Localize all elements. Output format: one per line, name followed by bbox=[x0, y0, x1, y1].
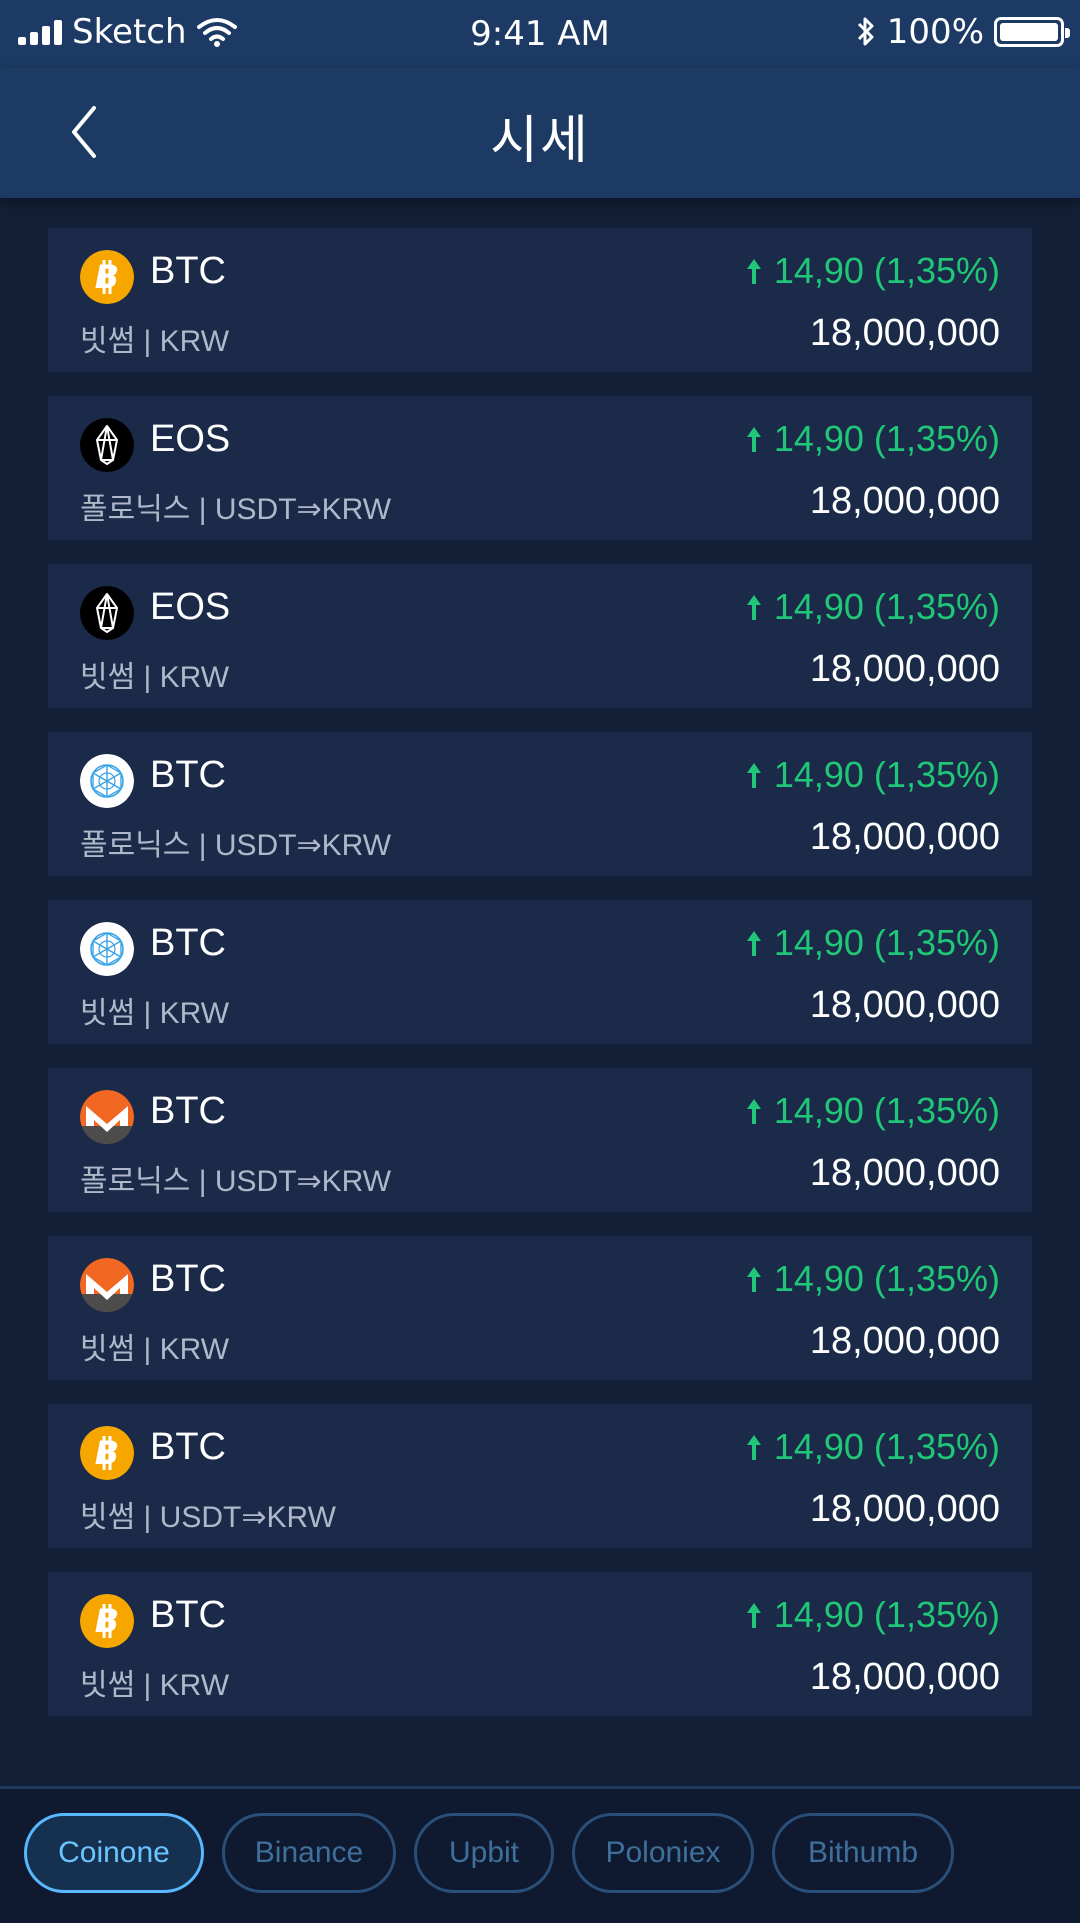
svg-text:B: B bbox=[95, 1434, 119, 1472]
coin-symbol: BTC bbox=[150, 754, 226, 796]
coin-symbol: EOS bbox=[150, 586, 231, 628]
coin-symbol: BTC bbox=[150, 1258, 226, 1300]
coin-market: 빗썸 | KRW bbox=[80, 1669, 230, 1702]
coin-market: 빗썸 | KRW bbox=[80, 1333, 230, 1366]
arrow-up-icon bbox=[746, 595, 761, 620]
svg-text:B: B bbox=[95, 1602, 119, 1640]
coin-price: 18,000,000 bbox=[809, 312, 1000, 354]
coin-market: 빗썸 | KRW bbox=[80, 325, 230, 358]
coin-row[interactable]: EOS 폴로닉스 | USDT⇒KRW 14,90 (1,35%) 18,000,00… bbox=[48, 396, 1032, 540]
coin-symbol: BTC bbox=[150, 1426, 226, 1468]
price-change: 14,90 (1,35%) bbox=[744, 1090, 1000, 1132]
exchange-tab-bithumb[interactable]: Bithumb bbox=[772, 1813, 954, 1893]
price-list: B BTC 빗썸 | KRW 14,90 (1,35%) 18,000,000 EOS 폴로… bbox=[48, 228, 1032, 1740]
arrow-up-icon bbox=[746, 1099, 761, 1124]
price-change: 14,90 (1,35%) bbox=[744, 754, 1000, 796]
eos-icon bbox=[80, 586, 134, 640]
nav-bar: 시세 bbox=[0, 68, 1080, 198]
coin-market: 폴로닉스 | USDT⇒KRW bbox=[80, 829, 392, 862]
exchange-tab-binance[interactable]: Binance bbox=[222, 1813, 396, 1893]
arrow-up-icon bbox=[746, 1267, 761, 1292]
coin-row[interactable]: B BTC 빗썸 | KRW 14,90 (1,35%) 18,000,000 bbox=[48, 228, 1032, 372]
coin-symbol: BTC bbox=[150, 922, 226, 964]
qtum-icon bbox=[80, 922, 134, 976]
coin-row[interactable]: BTC 폴로닉스 | USDT⇒KRW 14,90 (1,35%) 18,000,00… bbox=[48, 1068, 1032, 1212]
bitcoin-icon: B bbox=[80, 250, 134, 304]
coin-price: 18,000,000 bbox=[809, 1656, 1000, 1698]
price-change-value: 14,90 (1,35%) bbox=[773, 1594, 1000, 1635]
coin-row[interactable]: BTC 빗썸 | KRW 14,90 (1,35%) 18,000,000 bbox=[48, 1236, 1032, 1380]
coin-market: 빗썸 | KRW bbox=[80, 661, 230, 694]
coin-row[interactable]: BTC 빗썸 | KRW 14,90 (1,35%) 18,000,000 bbox=[48, 900, 1032, 1044]
arrow-up-icon bbox=[746, 259, 761, 284]
exchange-tab-poloniex[interactable]: Poloniex bbox=[572, 1813, 754, 1893]
arrow-up-icon bbox=[746, 931, 761, 956]
price-change-value: 14,90 (1,35%) bbox=[773, 1426, 1000, 1467]
coin-symbol: BTC bbox=[150, 1594, 226, 1636]
coin-row[interactable]: BTC 폴로닉스 | USDT⇒KRW 14,90 (1,35%) 18,000,00… bbox=[48, 732, 1032, 876]
price-change: 14,90 (1,35%) bbox=[744, 250, 1000, 292]
exchange-tab-coinone[interactable]: Coinone bbox=[24, 1813, 204, 1893]
price-change: 14,90 (1,35%) bbox=[744, 1258, 1000, 1300]
price-change-value: 14,90 (1,35%) bbox=[773, 1090, 1000, 1131]
page-title: 시세 bbox=[490, 111, 590, 171]
exchange-filter-bar: Coinone Binance Upbit Poloniex Bithumb bbox=[0, 1786, 1080, 1923]
bitcoin-icon: B bbox=[80, 1594, 134, 1648]
price-change-value: 14,90 (1,35%) bbox=[773, 418, 1000, 459]
bluetooth-icon bbox=[857, 17, 874, 46]
status-right: 100% bbox=[855, 12, 1070, 52]
arrow-up-icon bbox=[746, 427, 761, 452]
coin-price: 18,000,000 bbox=[809, 816, 1000, 858]
price-change: 14,90 (1,35%) bbox=[744, 1426, 1000, 1468]
coin-symbol: BTC bbox=[150, 250, 226, 292]
coin-market: 빗썸 | USDT⇒KRW bbox=[80, 1501, 336, 1534]
coin-row[interactable]: EOS 빗썸 | KRW 14,90 (1,35%) 18,000,000 bbox=[48, 564, 1032, 708]
arrow-up-icon bbox=[746, 1435, 761, 1460]
coin-market: 빗썸 | KRW bbox=[80, 997, 230, 1030]
bitcoin-icon: B bbox=[80, 1426, 134, 1480]
price-change: 14,90 (1,35%) bbox=[744, 586, 1000, 628]
price-change-value: 14,90 (1,35%) bbox=[773, 1258, 1000, 1299]
coin-price: 18,000,000 bbox=[809, 1488, 1000, 1530]
eos-icon bbox=[80, 418, 134, 472]
coin-symbol: BTC bbox=[150, 1090, 226, 1132]
coin-row[interactable]: B BTC 빗썸 | KRW 14,90 (1,35%) 18,000,000 bbox=[48, 1572, 1032, 1716]
svg-text:B: B bbox=[95, 258, 119, 296]
monero-icon bbox=[80, 1258, 134, 1312]
price-change: 14,90 (1,35%) bbox=[744, 922, 1000, 964]
exchange-tab-upbit[interactable]: Upbit bbox=[414, 1813, 554, 1893]
coin-symbol: EOS bbox=[150, 418, 231, 460]
status-bar: Sketch 9:41 AM 100% bbox=[0, 0, 1080, 68]
price-change-value: 14,90 (1,35%) bbox=[773, 754, 1000, 795]
coin-price: 18,000,000 bbox=[809, 984, 1000, 1026]
coin-price: 18,000,000 bbox=[809, 648, 1000, 690]
price-change: 14,90 (1,35%) bbox=[744, 1594, 1000, 1636]
arrow-up-icon bbox=[746, 1603, 761, 1628]
battery-percent: 100% bbox=[886, 12, 984, 52]
monero-icon bbox=[80, 1090, 134, 1144]
price-change-value: 14,90 (1,35%) bbox=[773, 586, 1000, 627]
coin-row[interactable]: B BTC 빗썸 | USDT⇒KRW 14,90 (1,35%) 18,000,000 bbox=[48, 1404, 1032, 1548]
coin-price: 18,000,000 bbox=[809, 480, 1000, 522]
coin-market: 폴로닉스 | USDT⇒KRW bbox=[80, 1165, 392, 1198]
battery-icon bbox=[994, 17, 1070, 47]
coin-price: 18,000,000 bbox=[809, 1320, 1000, 1362]
arrow-up-icon bbox=[746, 763, 761, 788]
price-change: 14,90 (1,35%) bbox=[744, 418, 1000, 460]
coin-market: 폴로닉스 | USDT⇒KRW bbox=[80, 493, 392, 526]
coin-price: 18,000,000 bbox=[809, 1152, 1000, 1194]
exchange-tabs: Coinone Binance Upbit Poloniex Bithumb bbox=[24, 1813, 954, 1893]
price-change-value: 14,90 (1,35%) bbox=[773, 250, 1000, 291]
qtum-icon bbox=[80, 754, 134, 808]
price-change-value: 14,90 (1,35%) bbox=[773, 922, 1000, 963]
